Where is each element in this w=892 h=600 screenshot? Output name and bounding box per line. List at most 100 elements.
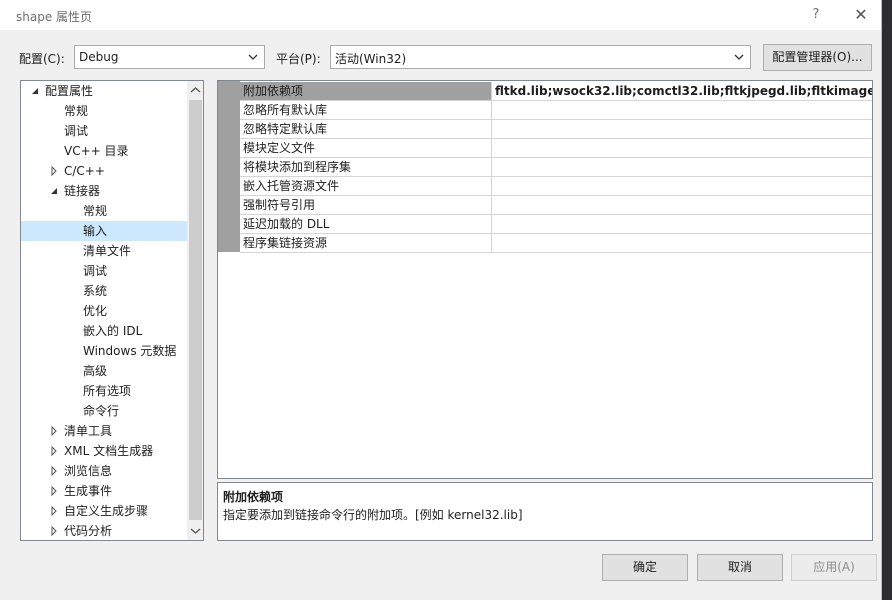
platform-value: 活动(Win32) — [335, 52, 407, 66]
property-row[interactable]: 延迟加载的 DLL — [240, 215, 872, 234]
collapsed-triangle-icon[interactable] — [49, 466, 59, 476]
tree-item-label: 清单文件 — [83, 244, 132, 258]
apply-button[interactable]: 应用(A) — [791, 554, 877, 581]
tree-item[interactable]: 输入 — [21, 221, 187, 241]
property-pages-dialog: shape 属性页 ? ✕ 配置(C): Debug 平台(P): 活动(Win… — [0, 0, 882, 600]
tree-item-label: 所有选项 — [83, 384, 132, 398]
tree-item-label: 系统 — [83, 284, 108, 298]
config-combo[interactable]: Debug — [74, 45, 265, 69]
property-row[interactable]: 嵌入托管资源文件 — [240, 177, 872, 196]
tree-item-label: Windows 元数据 — [83, 344, 177, 358]
property-grid: 附加依赖项 fltkd.lib;wsock32.lib;comctl32.lib;… — [217, 80, 873, 479]
tree-item[interactable]: 代码分析 — [21, 521, 187, 540]
chevron-down-icon — [248, 54, 258, 60]
property-value[interactable] — [492, 196, 872, 214]
property-name: 程序集链接资源 — [240, 234, 492, 252]
property-row[interactable]: 忽略特定默认库 — [240, 120, 872, 139]
config-value: Debug — [79, 50, 119, 64]
property-name: 忽略特定默认库 — [240, 120, 492, 138]
property-row[interactable]: 忽略所有默认库 — [240, 101, 872, 120]
tree-item-label: 浏览信息 — [64, 464, 113, 478]
ok-button[interactable]: 确定 — [602, 554, 688, 581]
tree-item[interactable]: 系统 — [21, 281, 187, 301]
tree-item[interactable]: 生成事件 — [21, 481, 187, 501]
property-row[interactable]: 模块定义文件 — [240, 139, 872, 158]
property-value[interactable] — [492, 234, 872, 252]
property-name: 模块定义文件 — [240, 139, 492, 157]
scroll-up-icon[interactable] — [187, 83, 204, 97]
platform-combo[interactable]: 活动(Win32) — [330, 45, 751, 69]
property-value[interactable] — [492, 158, 872, 176]
tree-item[interactable]: 链接器 — [21, 181, 187, 201]
tree-item[interactable]: 浏览信息 — [21, 461, 187, 481]
grid-gutter — [218, 81, 240, 252]
tree-item-label: VC++ 目录 — [64, 144, 129, 158]
collapsed-triangle-icon[interactable] — [49, 426, 59, 436]
tree-item-label: 常规 — [83, 204, 108, 218]
scroll-thumb[interactable] — [189, 100, 202, 520]
config-manager-button[interactable]: 配置管理器(O)... — [763, 44, 872, 71]
property-value[interactable] — [492, 139, 872, 157]
close-icon[interactable]: ✕ — [850, 5, 872, 25]
tree-item[interactable]: 清单工具 — [21, 421, 187, 441]
cancel-button[interactable]: 取消 — [697, 554, 783, 581]
category-tree[interactable]: 配置属性 常规 调试 VC++ 目录 C/C++ 链接器 常规 输入 清单文件 调试 系统 优化 嵌入的… — [20, 80, 204, 541]
tree-item[interactable]: 调试 — [21, 261, 187, 281]
tree-item[interactable]: Windows 元数据 — [21, 341, 187, 361]
tree-item-label: 常规 — [64, 104, 89, 118]
tree-item-label: XML 文档生成器 — [64, 444, 154, 458]
collapsed-triangle-icon[interactable] — [49, 506, 59, 516]
tree-item[interactable]: 嵌入的 IDL — [21, 321, 187, 341]
tree-item-label: 清单工具 — [64, 424, 113, 438]
title-bar: shape 属性页 ? ✕ — [0, 0, 881, 30]
expanded-triangle-icon[interactable] — [30, 86, 40, 96]
tree-item-label: 嵌入的 IDL — [83, 324, 143, 338]
property-name: 嵌入托管资源文件 — [240, 177, 492, 195]
tree-scrollbar[interactable] — [187, 81, 204, 540]
tree-item[interactable]: 自定义生成步骤 — [21, 501, 187, 521]
description-text: 指定要添加到链接命令行的附加项。[例如 kernel32.lib] — [223, 508, 523, 522]
tree-item-label: 配置属性 — [45, 84, 94, 98]
collapsed-triangle-icon[interactable] — [49, 166, 59, 176]
tree-item[interactable]: VC++ 目录 — [21, 141, 187, 161]
tree-item[interactable]: 所有选项 — [21, 381, 187, 401]
tree-item-label: 自定义生成步骤 — [64, 504, 149, 518]
tree-item[interactable]: 命令行 — [21, 401, 187, 421]
window-title: shape 属性页 — [16, 10, 93, 24]
tree-item[interactable]: 常规 — [21, 101, 187, 121]
property-row[interactable]: 附加依赖项 fltkd.lib;wsock32.lib;comctl32.lib;… — [240, 82, 872, 101]
collapsed-triangle-icon[interactable] — [49, 486, 59, 496]
property-row[interactable]: 程序集链接资源 — [240, 234, 872, 253]
tree-item[interactable]: 常规 — [21, 201, 187, 221]
property-value[interactable] — [492, 215, 872, 233]
tree-item[interactable]: 调试 — [21, 121, 187, 141]
tree-item-label: 输入 — [83, 224, 108, 238]
property-value[interactable] — [492, 177, 872, 195]
tree-item[interactable]: 清单文件 — [21, 241, 187, 261]
description-panel: 附加依赖项 指定要添加到链接命令行的附加项。[例如 kernel32.lib] — [217, 482, 873, 541]
property-value[interactable]: fltkd.lib;wsock32.lib;comctl32.lib;fltkj… — [492, 82, 872, 100]
chevron-down-icon — [734, 54, 744, 60]
property-value[interactable] — [492, 101, 872, 119]
tree-item-label: 生成事件 — [64, 484, 113, 498]
property-name: 强制符号引用 — [240, 196, 492, 214]
tree-item[interactable]: 配置属性 — [21, 81, 187, 101]
collapsed-triangle-icon[interactable] — [49, 446, 59, 456]
tree-item[interactable]: 优化 — [21, 301, 187, 321]
property-name: 延迟加载的 DLL — [240, 215, 492, 233]
tree-item-label: 代码分析 — [64, 524, 113, 538]
tree-item[interactable]: 高级 — [21, 361, 187, 381]
property-value[interactable] — [492, 120, 872, 138]
tree-item-label: C/C++ — [64, 164, 105, 178]
property-name: 将模块添加到程序集 — [240, 158, 492, 176]
property-row[interactable]: 将模块添加到程序集 — [240, 158, 872, 177]
scroll-down-icon[interactable] — [187, 524, 204, 538]
property-row[interactable]: 强制符号引用 — [240, 196, 872, 215]
collapsed-triangle-icon[interactable] — [49, 526, 59, 536]
tree-item[interactable]: XML 文档生成器 — [21, 441, 187, 461]
tree-item[interactable]: C/C++ — [21, 161, 187, 181]
config-label: 配置(C): — [19, 52, 65, 66]
expanded-triangle-icon[interactable] — [49, 186, 59, 196]
tree-item-label: 优化 — [83, 304, 108, 318]
help-icon[interactable]: ? — [806, 5, 826, 25]
